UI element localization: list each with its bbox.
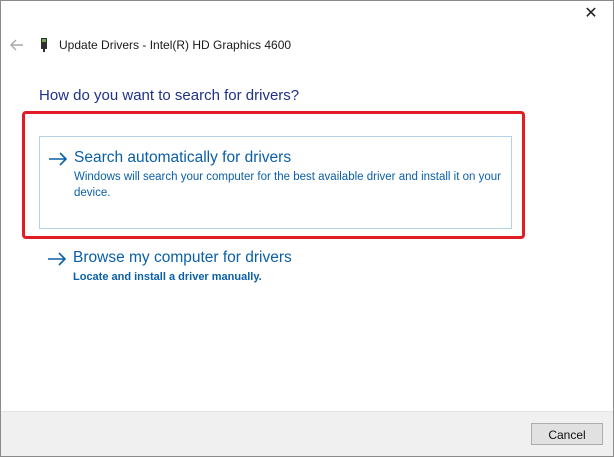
dialog-title: Update Drivers - Intel(R) HD Graphics 46… (59, 38, 292, 52)
page-heading: How do you want to search for drivers? (39, 87, 300, 104)
option-title: Search automatically for drivers (74, 149, 292, 166)
search-automatically-option[interactable]: Search automatically for drivers Windows… (39, 136, 512, 229)
dialog-header: Update Drivers - Intel(R) HD Graphics 46… (1, 31, 613, 61)
close-icon: ✕ (584, 5, 598, 22)
close-button[interactable]: ✕ (579, 5, 603, 25)
option-description: Locate and install a driver manually. (73, 271, 262, 283)
option-description: Windows will search your computer for th… (74, 171, 501, 199)
cancel-button[interactable]: Cancel (531, 423, 603, 445)
arrow-right-icon (48, 252, 67, 266)
update-drivers-dialog: ✕ Update Drivers - Intel(R) HD Graphics … (0, 0, 614, 457)
option-title: Browse my computer for drivers (73, 249, 292, 266)
dialog-footer: Cancel (1, 411, 613, 456)
arrow-right-icon (49, 152, 68, 166)
back-arrow-icon[interactable] (9, 37, 25, 53)
browse-computer-option[interactable]: Browse my computer for drivers Locate an… (39, 247, 512, 297)
display-adapter-icon (41, 38, 47, 52)
